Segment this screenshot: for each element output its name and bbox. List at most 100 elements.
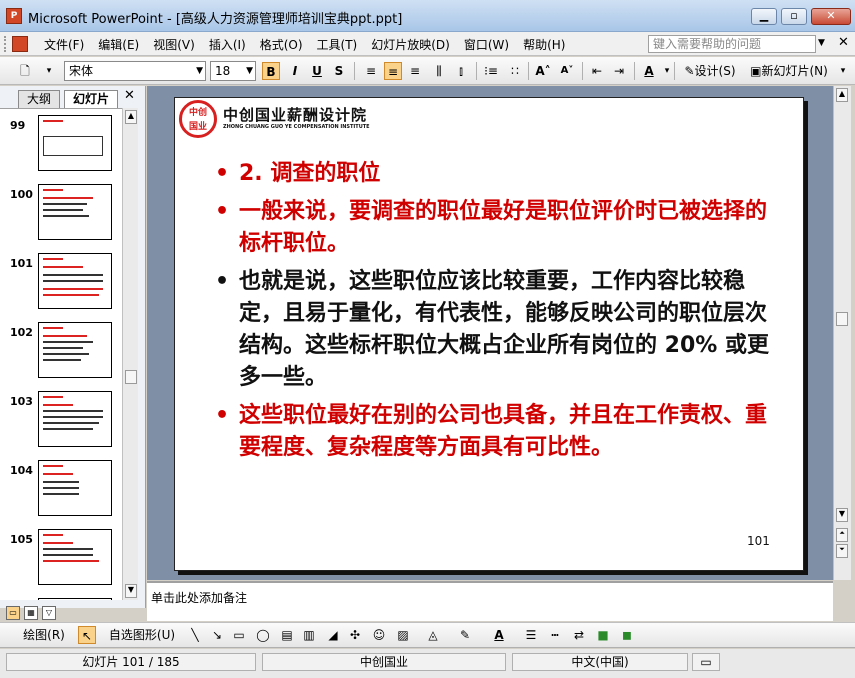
- decrease-font-icon[interactable]: A˅: [558, 62, 576, 80]
- spellcheck-icon[interactable]: ▭: [692, 653, 720, 671]
- scrollbar-thumb[interactable]: [125, 370, 137, 384]
- previous-slide-icon[interactable]: ⏶: [836, 528, 848, 542]
- rectangle-icon[interactable]: ▭: [230, 626, 248, 644]
- bullet-list[interactable]: 2. 调查的职位 一般来说，要调查的职位最好是职位评价时已被选择的标杆职位。 也…: [215, 158, 775, 470]
- menu-view[interactable]: 视图(V): [153, 36, 195, 53]
- bullet-point[interactable]: 也就是说，这些职位应该比较重要，工作内容比较稳定，且易于量化，有代表性，能够反映…: [215, 266, 775, 394]
- slide-thumbnail[interactable]: [38, 460, 112, 516]
- column-icon[interactable]: ⫾: [452, 62, 470, 80]
- bullet-point[interactable]: 2. 调查的职位: [215, 158, 775, 190]
- font-color-icon[interactable]: A: [640, 62, 658, 80]
- slide-thumbnail[interactable]: [38, 184, 112, 240]
- slide-thumbnail[interactable]: [38, 322, 112, 378]
- autoshapes-button[interactable]: 自选图形(U): [104, 626, 180, 644]
- dash-style-icon[interactable]: ┅: [546, 626, 564, 644]
- increase-indent-icon[interactable]: ⇥: [610, 62, 628, 80]
- normal-view-icon[interactable]: ▭: [6, 606, 20, 620]
- line-icon[interactable]: ╲: [186, 626, 204, 644]
- line-style-icon[interactable]: ☰: [522, 626, 540, 644]
- design-template-name: 中创国业: [262, 653, 506, 671]
- menu-insert[interactable]: 插入(I): [209, 36, 246, 53]
- design-label: 设计(S): [694, 64, 736, 78]
- shadow-style-icon[interactable]: ■: [594, 626, 612, 644]
- vertical-textbox-icon[interactable]: ▥: [300, 626, 318, 644]
- picture-icon[interactable]: ▨: [394, 626, 412, 644]
- toolbar-grip[interactable]: [4, 36, 9, 52]
- oval-icon[interactable]: ◯: [254, 626, 272, 644]
- tab-outline[interactable]: 大纲: [18, 90, 61, 108]
- slide-scrollbar[interactable]: ▲ ▼ ⏶ ⏷: [833, 86, 851, 580]
- increase-font-icon[interactable]: A˄: [534, 62, 552, 80]
- chevron-down-icon[interactable]: ▼: [818, 38, 825, 48]
- menu-format[interactable]: 格式(O): [260, 36, 303, 53]
- chevron-up-icon[interactable]: ▲: [125, 110, 137, 124]
- current-slide[interactable]: 中创 国业 中创国业薪酬设计院 ZHONG CHUANG GUO YE COMPE…: [174, 97, 804, 571]
- textbox-icon[interactable]: ▤: [278, 626, 296, 644]
- font-color-icon[interactable]: A: [490, 626, 508, 644]
- line-color-icon[interactable]: ✎: [456, 626, 474, 644]
- tab-slides[interactable]: 幻灯片: [64, 90, 119, 108]
- close-button[interactable]: ✕: [811, 8, 851, 25]
- toolbar-options-icon[interactable]: ▾: [40, 62, 58, 80]
- maximize-button[interactable]: ▫: [781, 8, 807, 25]
- bold-button[interactable]: B: [262, 62, 280, 80]
- notes-pane[interactable]: 单击此处添加备注: [147, 581, 833, 621]
- menu-window[interactable]: 窗口(W): [464, 36, 509, 53]
- fill-color-icon[interactable]: ◬: [424, 626, 442, 644]
- powerpoint-app-icon[interactable]: P: [6, 8, 22, 24]
- slideshow-view-icon[interactable]: ▽: [42, 606, 56, 620]
- chevron-up-icon[interactable]: ▲: [836, 88, 848, 102]
- wordart-icon[interactable]: ◢: [324, 626, 342, 644]
- shadow-button[interactable]: S: [330, 62, 348, 80]
- panel-close-icon[interactable]: ✕: [124, 88, 135, 103]
- menu-file[interactable]: 文件(F): [44, 36, 84, 53]
- new-document-icon[interactable]: 🗋: [16, 62, 34, 80]
- toolbar-options-icon[interactable]: ▾: [834, 62, 852, 80]
- scrollbar-thumb[interactable]: [836, 312, 848, 326]
- distribute-icon[interactable]: ⫼: [430, 62, 448, 80]
- menu-tools[interactable]: 工具(T): [317, 36, 358, 53]
- chevron-down-icon[interactable]: ▼: [246, 62, 253, 80]
- minimize-button[interactable]: ▁: [751, 8, 777, 25]
- clipart-icon[interactable]: ☺: [370, 626, 388, 644]
- slide-thumbnail[interactable]: [38, 115, 112, 171]
- diagram-icon[interactable]: ✣: [346, 626, 364, 644]
- decrease-indent-icon[interactable]: ⇤: [588, 62, 606, 80]
- new-slide-button[interactable]: ▣新幻灯片(N): [746, 62, 832, 80]
- bullet-point[interactable]: 一般来说，要调查的职位最好是职位评价时已被选择的标杆职位。: [215, 196, 775, 260]
- design-button[interactable]: ✎设计(S): [680, 62, 740, 80]
- slide-thumbnail[interactable]: [38, 253, 112, 309]
- select-cursor-icon[interactable]: ↖: [78, 626, 96, 644]
- align-center-icon[interactable]: ≡: [384, 62, 402, 80]
- 3d-style-icon[interactable]: ◼: [618, 626, 636, 644]
- font-size-select[interactable]: 18 ▼: [210, 61, 256, 81]
- italic-button[interactable]: I: [286, 62, 304, 80]
- toolbar-separator: [582, 62, 583, 80]
- slide-thumbnail[interactable]: [38, 598, 112, 600]
- thumbnails-scrollbar[interactable]: ▲ ▼: [122, 108, 138, 600]
- chevron-down-icon[interactable]: ▼: [836, 508, 848, 522]
- document-close-icon[interactable]: ✕: [838, 35, 849, 50]
- chevron-down-icon[interactable]: ▼: [196, 62, 203, 80]
- menu-slideshow[interactable]: 幻灯片放映(D): [371, 36, 450, 53]
- slide-thumbnail[interactable]: [38, 529, 112, 585]
- draw-menu-button[interactable]: 绘图(R): [16, 626, 72, 644]
- align-right-icon[interactable]: ≡: [406, 62, 424, 80]
- numbering-icon[interactable]: ⁝≡: [482, 62, 500, 80]
- arrow-icon[interactable]: ↘: [208, 626, 226, 644]
- help-search-input[interactable]: 键入需要帮助的问题: [648, 35, 816, 53]
- arrow-style-icon[interactable]: ⇄: [570, 626, 588, 644]
- menu-edit[interactable]: 编辑(E): [98, 36, 139, 53]
- sorter-view-icon[interactable]: ▦: [24, 606, 38, 620]
- document-icon[interactable]: [12, 36, 28, 52]
- slide-number: 103: [10, 395, 33, 408]
- slide-thumbnail[interactable]: [38, 391, 112, 447]
- underline-button[interactable]: U: [308, 62, 326, 80]
- bullets-icon[interactable]: ∷: [506, 62, 524, 80]
- chevron-down-icon[interactable]: ▼: [125, 584, 137, 598]
- next-slide-icon[interactable]: ⏷: [836, 544, 848, 558]
- menu-help[interactable]: 帮助(H): [523, 36, 565, 53]
- font-name-select[interactable]: 宋体 ▼: [64, 61, 206, 81]
- align-left-icon[interactable]: ≡: [362, 62, 380, 80]
- bullet-point[interactable]: 这些职位最好在别的公司也具备，并且在工作责权、重要程度、复杂程度等方面具有可比性…: [215, 400, 775, 464]
